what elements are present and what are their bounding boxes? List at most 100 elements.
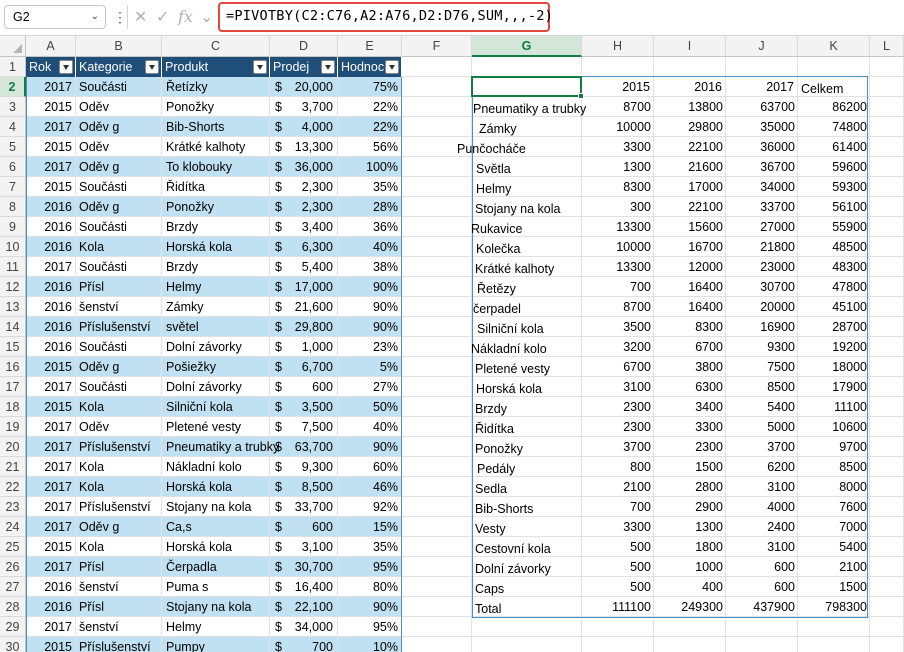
table-cell-sales[interactable]: 30,700 (270, 557, 333, 577)
table-cell-category[interactable]: Příslušenství (79, 437, 162, 457)
pivot-value[interactable]: 500 (582, 537, 651, 557)
table-cell-sales[interactable]: 5,400 (270, 257, 333, 277)
pivot-value[interactable]: 56100 (798, 197, 867, 217)
row-header-28[interactable]: 28 (0, 597, 26, 617)
table-cell-sales[interactable]: 13,300 (270, 137, 333, 157)
insert-function-icon[interactable]: fx (178, 7, 193, 26)
table-cell-rating[interactable]: 28% (338, 197, 398, 217)
table-cell-rating[interactable]: 5% (338, 357, 398, 377)
table-cell-rating[interactable]: 60% (338, 457, 398, 477)
pivot-value[interactable]: 9300 (726, 337, 795, 357)
column-header-H[interactable]: H (582, 36, 654, 57)
table-cell-category[interactable]: Oděv (79, 417, 162, 437)
row-header-29[interactable]: 29 (0, 617, 26, 637)
table-cell-category[interactable]: šenství (79, 577, 162, 597)
pivot-value[interactable]: 10000 (582, 237, 651, 257)
table-cell-sales[interactable]: 600 (270, 517, 333, 537)
table-cell-sales[interactable]: 2,300 (270, 177, 333, 197)
pivot-value[interactable]: 36700 (726, 157, 795, 177)
pivot-value[interactable]: 6700 (654, 337, 723, 357)
table-cell-rating[interactable]: 40% (338, 237, 398, 257)
table-cell-category[interactable]: Oděv g (79, 117, 162, 137)
table-cell-category[interactable]: Součásti (79, 217, 162, 237)
filter-dropdown-icon[interactable] (253, 60, 267, 74)
table-cell-category[interactable]: Oděv (79, 97, 162, 117)
table-cell-year[interactable]: 2017 (26, 557, 74, 577)
pivot-value[interactable]: 10600 (798, 417, 867, 437)
table-cell-sales[interactable]: 3,100 (270, 537, 333, 557)
pivot-value[interactable]: 1500 (798, 577, 867, 597)
pivot-value[interactable]: 437900 (726, 597, 795, 617)
table-cell-rating[interactable]: 50% (338, 397, 398, 417)
table-cell-year[interactable]: 2017 (26, 437, 74, 457)
pivot-year-header[interactable]: 2016 (654, 77, 722, 97)
table-header-1[interactable]: Rok (26, 57, 76, 77)
row-header-4[interactable]: 4 (0, 117, 26, 137)
table-cell-category[interactable]: Přísl (79, 597, 162, 617)
table-cell-sales[interactable]: 600 (270, 377, 333, 397)
pivot-value[interactable]: 7600 (798, 497, 867, 517)
row-header-1[interactable]: 1 (0, 57, 26, 77)
pivot-row-label[interactable]: Stojany na kola (475, 199, 585, 219)
pivot-value[interactable]: 600 (726, 577, 795, 597)
pivot-row-label[interactable]: Bib-Shorts (475, 499, 585, 519)
pivot-value[interactable]: 2300 (582, 397, 651, 417)
table-cell-product[interactable]: Pneumatiky a trubky (166, 437, 279, 457)
table-cell-product[interactable]: Čerpadla (166, 557, 270, 577)
table-cell-product[interactable]: Dolní závorky (166, 377, 270, 397)
table-cell-year[interactable]: 2017 (26, 157, 74, 177)
chevron-down-icon[interactable]: ⌄ (200, 7, 213, 27)
table-header-5[interactable]: Hodnoc (338, 57, 402, 77)
pivot-value[interactable]: 1500 (654, 457, 723, 477)
table-cell-rating[interactable]: 36% (338, 217, 398, 237)
pivot-year-header[interactable]: 2015 (582, 77, 650, 97)
pivot-value[interactable]: 6300 (654, 377, 723, 397)
pivot-row-label[interactable]: Pletené vesty (475, 359, 585, 379)
table-cell-category[interactable]: Příslušenství (79, 637, 162, 652)
pivot-value[interactable]: 8300 (654, 317, 723, 337)
pivot-row-label[interactable]: Total (475, 599, 585, 619)
table-cell-sales[interactable]: 4,000 (270, 117, 333, 137)
table-cell-product[interactable]: Ponožky (166, 197, 270, 217)
table-cell-rating[interactable]: 90% (338, 297, 398, 317)
pivot-value[interactable]: 59300 (798, 177, 867, 197)
row-header-17[interactable]: 17 (0, 377, 26, 397)
pivot-value[interactable]: 111100 (582, 597, 651, 617)
pivot-value[interactable]: 3400 (654, 397, 723, 417)
table-cell-product[interactable]: Pletené vesty (166, 417, 270, 437)
table-cell-category[interactable]: Kola (79, 477, 162, 497)
table-cell-rating[interactable]: 38% (338, 257, 398, 277)
table-cell-year[interactable]: 2016 (26, 217, 74, 237)
pivot-value[interactable]: 28700 (798, 317, 867, 337)
table-cell-rating[interactable]: 80% (338, 577, 398, 597)
table-cell-category[interactable]: Součásti (79, 377, 162, 397)
table-cell-category[interactable]: Přísl (79, 557, 162, 577)
pivot-value[interactable]: 8500 (726, 377, 795, 397)
table-cell-product[interactable]: Řetízky (166, 77, 270, 97)
pivot-value[interactable]: 34000 (726, 177, 795, 197)
table-cell-product[interactable]: Dolní závorky (166, 337, 270, 357)
table-cell-product[interactable]: Zámky (166, 297, 270, 317)
pivot-value[interactable]: 18000 (798, 357, 867, 377)
pivot-value[interactable]: 2800 (654, 477, 723, 497)
table-cell-rating[interactable]: 22% (338, 117, 398, 137)
table-cell-rating[interactable]: 46% (338, 477, 398, 497)
pivot-row-label[interactable]: Silniční kola (477, 319, 587, 339)
pivot-total-header[interactable]: Celkem (801, 79, 870, 99)
pivot-value[interactable]: 8700 (582, 97, 651, 117)
pivot-value[interactable]: 2900 (654, 497, 723, 517)
table-cell-product[interactable]: Stojany na kola (166, 597, 270, 617)
pivot-value[interactable]: 1300 (654, 517, 723, 537)
select-all-corner[interactable] (0, 36, 26, 57)
table-cell-year[interactable]: 2015 (26, 137, 74, 157)
pivot-value[interactable]: 27000 (726, 217, 795, 237)
table-header-2[interactable]: Kategorie (76, 57, 162, 77)
table-cell-sales[interactable]: 34,000 (270, 617, 333, 637)
row-header-25[interactable]: 25 (0, 537, 26, 557)
table-cell-sales[interactable]: 17,000 (270, 277, 333, 297)
column-header-B[interactable]: B (76, 36, 162, 57)
row-header-10[interactable]: 10 (0, 237, 26, 257)
pivot-value[interactable]: 249300 (654, 597, 723, 617)
pivot-row-label[interactable]: Brzdy (475, 399, 585, 419)
pivot-value[interactable]: 1000 (654, 557, 723, 577)
